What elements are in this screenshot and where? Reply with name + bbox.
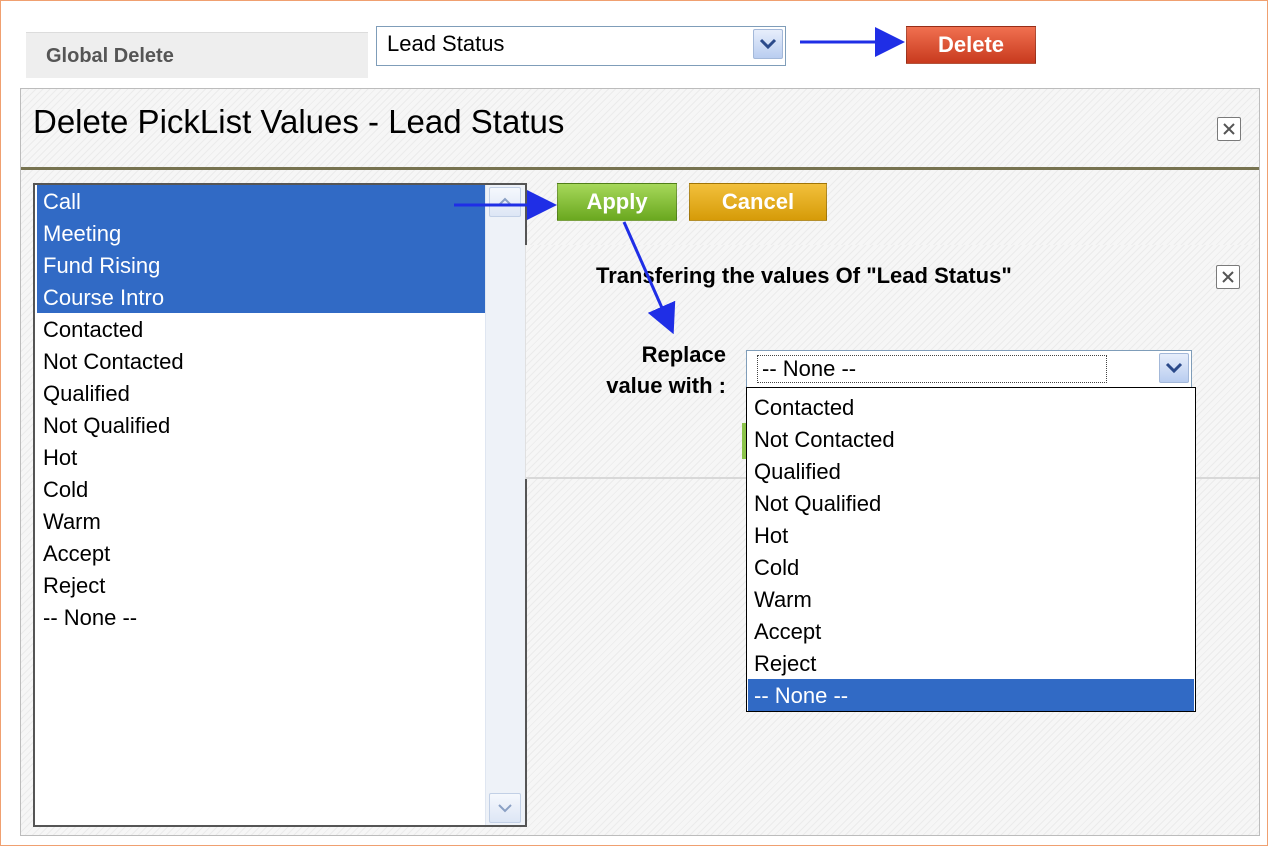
dropdown-option[interactable]: Contacted [748, 391, 1194, 423]
close-icon[interactable] [1216, 265, 1240, 289]
list-item[interactable]: Course Intro [37, 281, 487, 313]
list-item[interactable]: Accept [37, 537, 487, 569]
dropdown-option[interactable]: Cold [748, 551, 1194, 583]
transfer-title: Transfering the values Of "Lead Status" [596, 263, 1012, 288]
close-icon[interactable] [1217, 117, 1241, 141]
dropdown-option[interactable]: Warm [748, 583, 1194, 615]
replace-value-select[interactable]: -- None -- [746, 350, 1192, 388]
dropdown-option[interactable]: -- None -- [748, 679, 1194, 711]
panel-title: Delete PickList Values - Lead Status [33, 103, 565, 140]
dropdown-option[interactable]: Accept [748, 615, 1194, 647]
list-item[interactable]: Contacted [37, 313, 487, 345]
list-item[interactable]: Not Contacted [37, 345, 487, 377]
list-item[interactable]: Cold [37, 473, 487, 505]
dropdown-option[interactable]: Qualified [748, 455, 1194, 487]
global-delete-label: Global Delete [26, 32, 368, 78]
replace-value-dropdown[interactable]: Contacted Not Contacted Qualified Not Qu… [746, 387, 1196, 712]
picklist-select-value: Lead Status [387, 31, 505, 56]
list-item[interactable]: Call [37, 185, 487, 217]
list-item[interactable]: Reject [37, 569, 487, 601]
scroll-up-icon[interactable] [489, 187, 521, 217]
dropdown-option[interactable]: Reject [748, 647, 1194, 679]
list-item[interactable]: -- None -- [37, 601, 487, 633]
list-item[interactable]: Fund Rising [37, 249, 487, 281]
list-item[interactable]: Meeting [37, 217, 487, 249]
list-item[interactable]: Hot [37, 441, 487, 473]
title-divider [21, 167, 1259, 170]
chevron-down-icon[interactable] [753, 29, 783, 59]
replace-value-select-value: -- None -- [757, 355, 1108, 383]
picklist-select[interactable]: Lead Status [376, 26, 786, 66]
listbox-scrollbar[interactable] [485, 185, 525, 825]
list-item[interactable]: Not Qualified [37, 409, 487, 441]
scroll-down-icon[interactable] [489, 793, 521, 823]
list-item[interactable]: Qualified [37, 377, 487, 409]
picklist-values-listbox[interactable]: Call Meeting Fund Rising Course Intro Co… [33, 183, 527, 827]
chevron-down-icon[interactable] [1159, 353, 1189, 383]
apply-button[interactable]: Apply [557, 183, 677, 221]
dropdown-option[interactable]: Not Qualified [748, 487, 1194, 519]
dropdown-option[interactable]: Hot [748, 519, 1194, 551]
replace-value-label: Replace value with : [606, 342, 726, 398]
cancel-button[interactable]: Cancel [689, 183, 827, 221]
dropdown-option[interactable]: Not Contacted [748, 423, 1194, 455]
list-item[interactable]: Warm [37, 505, 487, 537]
delete-button[interactable]: Delete [906, 26, 1036, 64]
